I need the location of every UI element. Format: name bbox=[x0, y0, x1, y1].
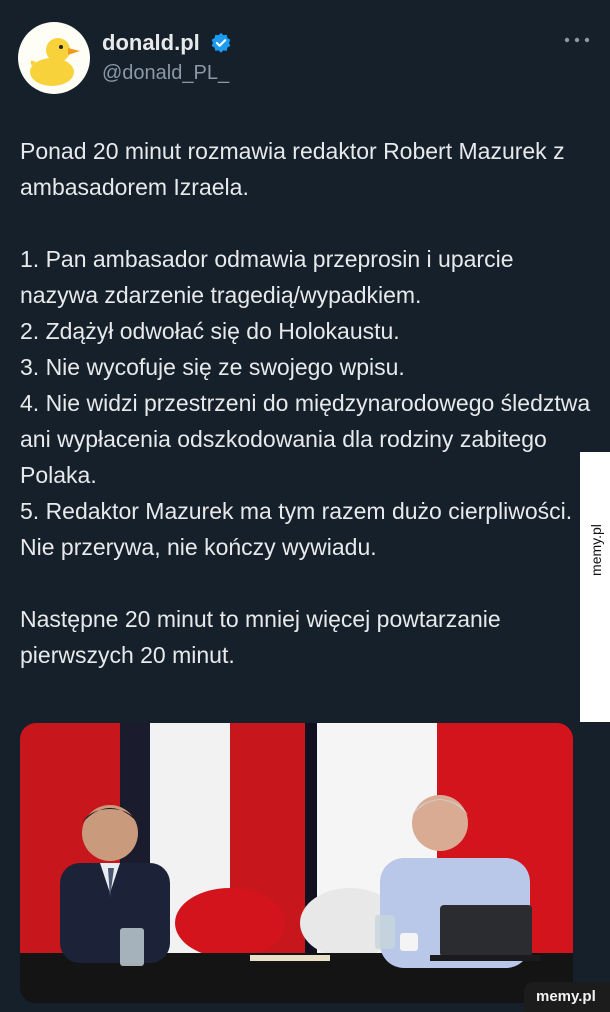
more-horizontal-icon[interactable] bbox=[562, 32, 592, 48]
bottom-watermark: memy.pl bbox=[524, 982, 610, 1012]
tweet-point-4: 4. Nie widzi przestrzeni do międzynarodo… bbox=[20, 390, 591, 488]
verified-badge-icon bbox=[211, 32, 231, 53]
tweet-point-3: 3. Nie wycofuje się ze swojego wpisu. bbox=[20, 354, 405, 380]
display-name[interactable]: donald.pl bbox=[102, 30, 200, 56]
side-watermark-text: memy.pl bbox=[588, 524, 604, 576]
tweet-intro: Ponad 20 minut rozmawia redaktor Robert … bbox=[20, 138, 565, 200]
avatar[interactable] bbox=[18, 22, 90, 94]
handle[interactable]: @donald_PL_ bbox=[102, 62, 232, 85]
tweet-header: donald.pl @donald_PL_ bbox=[18, 22, 592, 94]
tweet-outro: Następne 20 minut to mniej więcej powtar… bbox=[20, 606, 501, 668]
tweet-media-image[interactable] bbox=[20, 723, 573, 1003]
bottom-watermark-text: memy.pl bbox=[536, 988, 596, 1005]
tweet-point-2: 2. Zdążył odwołać się do Holokaustu. bbox=[20, 318, 400, 344]
duck-icon bbox=[30, 38, 80, 86]
tweet-text: Ponad 20 minut rozmawia redaktor Robert … bbox=[20, 133, 595, 673]
side-watermark: memy.pl bbox=[580, 452, 610, 722]
tweet-point-5: 5. Redaktor Mazurek ma tym razem dużo ci… bbox=[20, 498, 573, 560]
tweet-point-1: 1. Pan ambasador odmawia przeprosin i up… bbox=[20, 246, 514, 308]
studio-interview-image bbox=[20, 723, 573, 1003]
